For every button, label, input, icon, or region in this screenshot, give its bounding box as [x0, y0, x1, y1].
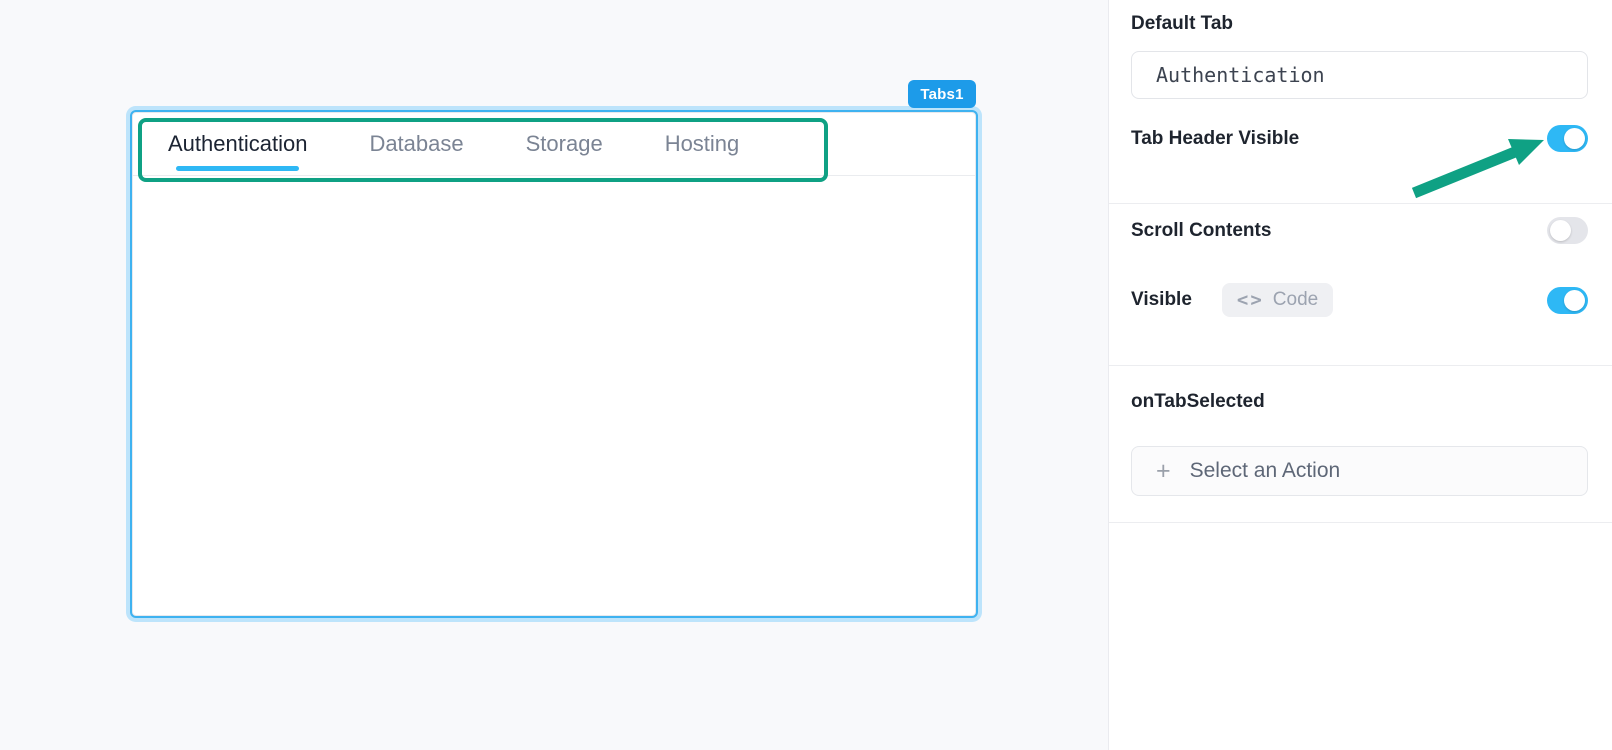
tab-header-visible-label: Tab Header Visible	[1131, 127, 1300, 149]
tabs-widget[interactable]: Authentication Database Storage Hosting	[132, 112, 976, 616]
code-icon: <>	[1236, 289, 1264, 311]
properties-panel: Default Tab Tab Header Visible Scroll Co…	[1108, 0, 1612, 750]
widget-name-badge[interactable]: Tabs1	[908, 80, 976, 108]
code-button-label: Code	[1272, 289, 1319, 310]
tab-content-area[interactable]	[133, 176, 975, 615]
select-action-button[interactable]: + Select an Action	[1131, 446, 1588, 496]
editor-root: Tabs1 Authentication Database Storage Ho…	[0, 0, 1612, 750]
code-button[interactable]: <> Code	[1221, 283, 1334, 317]
plus-icon: +	[1156, 456, 1171, 485]
toggle-knob	[1564, 128, 1585, 149]
scroll-contents-label: Scroll Contents	[1131, 219, 1272, 241]
visible-label: Visible	[1131, 289, 1192, 310]
default-tab-input[interactable]	[1131, 51, 1588, 99]
tab-hosting[interactable]: Hosting	[663, 113, 742, 175]
visible-toggle[interactable]	[1547, 286, 1588, 314]
visible-row: Visible <> Code	[1131, 283, 1588, 317]
scroll-contents-row: Scroll Contents	[1131, 217, 1588, 244]
select-action-label: Select an Action	[1189, 459, 1341, 482]
toggle-knob	[1550, 220, 1571, 241]
tab-header: Authentication Database Storage Hosting	[133, 113, 975, 176]
default-tab-label: Default Tab	[1131, 13, 1234, 34]
divider	[1109, 522, 1612, 523]
toggle-knob	[1564, 289, 1585, 311]
divider	[1109, 365, 1612, 366]
tab-database[interactable]: Database	[367, 113, 465, 175]
tab-header-visible-row: Tab Header Visible	[1131, 125, 1588, 152]
tab-authentication[interactable]: Authentication	[166, 113, 309, 175]
on-tab-selected-label: onTabSelected	[1131, 391, 1265, 412]
tab-storage[interactable]: Storage	[524, 113, 605, 175]
divider	[1109, 203, 1612, 204]
scroll-contents-toggle[interactable]	[1547, 217, 1588, 244]
tab-header-visible-toggle[interactable]	[1547, 125, 1588, 152]
